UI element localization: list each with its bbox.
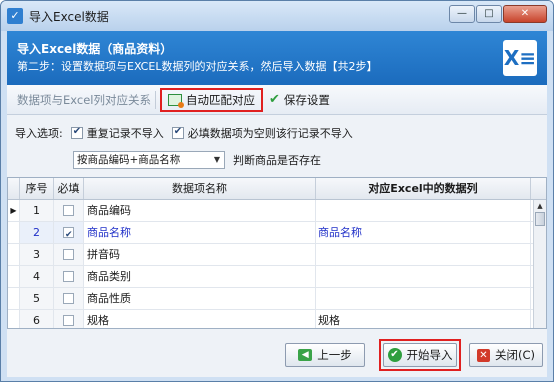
excel-icon: X≡ [503,40,537,76]
required-cell[interactable] [54,266,84,287]
close-button[interactable]: ✕ 关闭(C) [469,343,543,367]
excel-column-cell[interactable] [316,288,531,309]
field-name-cell[interactable]: 规格 [84,310,316,328]
save-settings-label: 保存设置 [283,92,330,107]
field-name-cell[interactable]: 商品性质 [84,288,316,309]
required-checkbox[interactable] [63,293,74,304]
required-cell[interactable] [54,288,84,309]
excel-column-cell[interactable] [316,244,531,265]
start-import-highlight: ✔ 开始导入 [379,339,461,371]
field-name-cell[interactable]: 商品名称 [84,222,316,243]
excel-column-cell[interactable] [316,266,531,287]
row-no: 2 [20,222,54,243]
required-cell[interactable] [54,200,84,221]
row-no: 3 [20,244,54,265]
field-name-cell[interactable]: 商品编码 [84,200,316,221]
excel-column-cell[interactable] [316,200,531,221]
arrow-left-icon: ◀ [298,349,313,361]
start-import-button[interactable]: ✔ 开始导入 [383,343,457,367]
grid-header: 序号 必填 数据项名称 对应Excel中的数据列 [8,178,546,200]
row-no: 4 [20,266,54,287]
required-cell[interactable] [54,244,84,265]
close-icon: ✕ [476,348,490,362]
minimize-button[interactable]: — [449,5,475,23]
required-checkbox[interactable] [63,225,74,246]
row-no: 6 [20,310,54,328]
table-row[interactable]: 5 商品性质 [8,288,546,310]
required-checkbox[interactable] [63,205,74,216]
window-controls: — □ ✕ [448,5,547,23]
previous-step-label: 上一步 [317,348,352,362]
import-options: 导入选项: 重复记录不导入 必填数据项为空则该行记录不导入 [15,125,353,141]
chevron-down-icon[interactable]: ▼ [210,152,224,168]
table-row[interactable]: 4 商品类别 [8,266,546,288]
skip-duplicates-checkbox[interactable] [70,126,83,139]
excel-column-cell[interactable]: 规格 [316,310,531,328]
mapping-grid: 序号 必填 数据项名称 对应Excel中的数据列 ▶ 1 商品编码 2 商品名称… [7,177,547,329]
row-pointer-icon: ▶ [8,200,20,221]
match-rule-row: 按商品编码+商品名称 ▼ 判断商品是否存在 [73,151,321,169]
match-rule-label: 判断商品是否存在 [233,154,321,167]
match-rule-select[interactable]: 按商品编码+商品名称 ▼ [73,151,225,169]
table-row[interactable]: 6 规格 规格 [8,310,546,328]
header-title: 导入Excel数据（商品资料） [17,42,173,56]
table-row[interactable]: 2 商品名称 商品名称 [8,222,546,246]
auto-match-icon [167,93,184,108]
toolbar-separator [154,90,156,109]
col-header-no[interactable]: 序号 [20,178,54,199]
required-checkbox[interactable] [63,315,74,326]
row-indicator-header [8,178,20,199]
col-header-field-name[interactable]: 数据项名称 [84,178,316,199]
required-cell[interactable] [54,222,84,246]
col-header-required[interactable]: 必填 [54,178,84,199]
required-checkbox[interactable] [63,249,74,260]
close-label: 关闭(C) [494,348,535,362]
content-area: 导入选项: 重复记录不导入 必填数据项为空则该行记录不导入 按商品编码+商品名称… [7,115,547,377]
toolbar: 数据项与Excel列对应关系 自动匹配对应 ✔ 保存设置 [7,85,547,115]
footer-buttons: ◀ 上一步 ✔ 开始导入 ✕ 关闭(C) [277,339,543,371]
table-row[interactable]: 3 拼音码 [8,244,546,266]
header-subtitle: 第二步：设置数据项与EXCEL数据列的对应关系，然后导入数据【共2步】 [17,60,378,73]
row-indicator [8,222,20,243]
col-header-excel-column[interactable]: 对应Excel中的数据列 [316,178,531,199]
field-name-cell[interactable]: 商品类别 [84,266,316,287]
close-window-button[interactable]: ✕ [503,5,547,23]
auto-match-button[interactable]: 自动匹配对应 [159,87,263,112]
app-icon: ✓ [7,8,23,24]
checkmark-icon: ✔ [268,92,280,107]
row-indicator [8,288,20,309]
skip-empty-required-label[interactable]: 必填数据项为空则该行记录不导入 [188,125,353,141]
scrollbar-thumb[interactable] [535,212,545,226]
start-import-label: 开始导入 [406,348,453,362]
maximize-button[interactable]: □ [476,5,502,23]
required-checkbox[interactable] [63,271,74,282]
required-cell[interactable] [54,310,84,328]
vertical-scrollbar[interactable]: ▲ [533,200,546,328]
excel-column-cell[interactable]: 商品名称 [316,222,531,243]
auto-match-label: 自动匹配对应 [185,92,255,107]
row-no: 1 [20,200,54,221]
mapping-section-label: 数据项与Excel列对应关系 [17,92,151,107]
row-indicator [8,310,20,328]
row-indicator [8,266,20,287]
skip-duplicates-label[interactable]: 重复记录不导入 [87,125,164,141]
scroll-up-icon[interactable]: ▲ [534,200,546,212]
checkmark-icon: ✔ [387,348,402,362]
import-excel-window: ✓ 导入Excel数据 — □ ✕ 导入Excel数据（商品资料） 第二步：设置… [0,0,554,382]
wizard-header: 导入Excel数据（商品资料） 第二步：设置数据项与EXCEL数据列的对应关系，… [7,31,547,85]
previous-step-button[interactable]: ◀ 上一步 [285,343,365,367]
row-no: 5 [20,288,54,309]
skip-empty-required-checkbox[interactable] [171,126,184,139]
window-title: 导入Excel数据 [29,9,109,24]
title-bar[interactable]: ✓ 导入Excel数据 — □ ✕ [1,1,553,31]
table-row[interactable]: ▶ 1 商品编码 [8,200,546,222]
row-indicator [8,244,20,265]
import-options-label: 导入选项: [15,127,63,140]
match-rule-value: 按商品编码+商品名称 [77,154,181,166]
field-name-cell[interactable]: 拼音码 [84,244,316,265]
save-settings-button[interactable]: ✔ 保存设置 [263,88,336,112]
